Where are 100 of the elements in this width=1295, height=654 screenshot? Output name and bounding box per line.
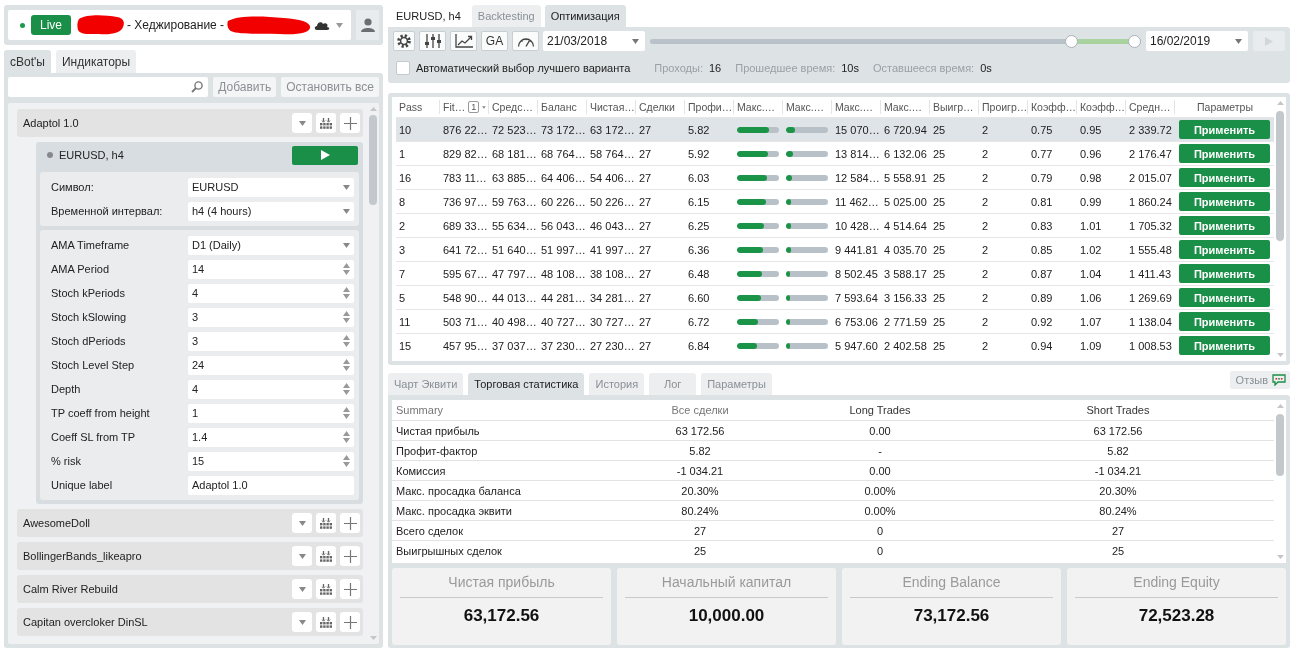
- apply-button[interactable]: Применить: [1179, 120, 1270, 139]
- column-header[interactable]: Макс.…: [884, 101, 923, 113]
- apply-button[interactable]: Применить: [1179, 288, 1270, 307]
- bot-item[interactable]: Calm River Rebuild: [17, 575, 363, 603]
- date-field[interactable]: 16/02/2019: [1146, 31, 1248, 51]
- instances-button[interactable]: [316, 579, 336, 599]
- column-header[interactable]: Проигр…: [982, 101, 1028, 113]
- dropdown-button[interactable]: [292, 612, 312, 632]
- slider-thumb[interactable]: [1127, 34, 1141, 48]
- checkbox[interactable]: [396, 61, 410, 75]
- dropdown-button[interactable]: [292, 579, 312, 599]
- table-row[interactable]: 11 503 71… 40 498… 40 727… 30 727… 27 6.72 6 753.06 2 771.59 25 2 0.92 1.07 1 138.04 Применить: [396, 309, 1274, 333]
- number-field[interactable]: 1.4: [188, 427, 354, 447]
- apply-button[interactable]: Применить: [1179, 240, 1270, 259]
- gauge-button[interactable]: [512, 31, 539, 51]
- column-header[interactable]: Выигр…: [933, 101, 974, 113]
- number-field[interactable]: 24: [188, 355, 354, 375]
- number-field[interactable]: 14: [188, 259, 354, 279]
- text-field[interactable]: Adaptol 1.0: [188, 475, 354, 495]
- column-header[interactable]: Pass: [399, 101, 423, 113]
- number-field[interactable]: 3: [188, 331, 354, 351]
- table-row[interactable]: 16 783 11… 63 885… 64 406… 54 406… 27 6.03 12 584… 5 558.91 25 2 0.79 0.98 2 015.07 Применить: [396, 165, 1274, 189]
- number-field[interactable]: 4: [188, 379, 354, 399]
- bot-item[interactable]: Adaptol 1.0: [17, 109, 363, 137]
- play-button[interactable]: [292, 145, 358, 165]
- table-row[interactable]: 5 548 90… 44 013… 44 281… 34 281… 27 6.60 7 593.64 3 156.33 25 2 0.89 1.06 1 269.69 Применить: [396, 285, 1274, 309]
- range-slider[interactable]: [650, 34, 1141, 48]
- apply-button[interactable]: Применить: [1179, 168, 1270, 187]
- column-header: Summary: [395, 403, 445, 418]
- number-field[interactable]: 15: [188, 451, 354, 471]
- dropdown-button[interactable]: [292, 513, 312, 533]
- table-row[interactable]: 10 876 22… 72 523… 73 172… 63 172… 27 5.82 15 070… 6 720.94 25 2 0.75 0.95 2 339.72 Применить: [396, 117, 1274, 141]
- stat-value: 0s: [980, 62, 992, 74]
- column-header[interactable]: Средс…: [492, 101, 533, 113]
- column-header[interactable]: Профи…: [688, 101, 733, 113]
- add-instance-button[interactable]: [340, 612, 360, 632]
- tab[interactable]: Торговая статистика: [468, 373, 585, 395]
- stat-value: 16: [708, 62, 722, 74]
- bot-item[interactable]: BollingerBands_likeapro: [17, 542, 363, 570]
- bot-item[interactable]: AwesomeDoll: [17, 509, 363, 537]
- column-header[interactable]: Макс.…: [835, 101, 874, 113]
- apply-button[interactable]: Применить: [1179, 192, 1270, 211]
- add-instance-button[interactable]: [340, 546, 360, 566]
- table-cell-text: 25: [932, 122, 947, 138]
- bot-item[interactable]: Capitan overcloker DinSL: [17, 608, 363, 636]
- table-row[interactable]: 3 641 72… 51 640… 51 997… 41 997… 27 6.36 9 441.81 4 035.70 25 2 0.85 1.02 1 555.48 Применить: [396, 237, 1274, 261]
- account-selector[interactable]: Live - Хеджирование -: [8, 10, 352, 40]
- settings-button[interactable]: [393, 31, 415, 51]
- column-header[interactable]: Средн…: [1129, 101, 1171, 113]
- apply-button[interactable]: Применить: [1179, 144, 1270, 163]
- instances-button[interactable]: [316, 546, 336, 566]
- column-header[interactable]: Чистая…: [590, 101, 635, 113]
- checkbox-label[interactable]: Автоматический выбор лучшего варианта: [416, 62, 631, 74]
- chart-button[interactable]: [450, 31, 477, 51]
- table-cell-text: 51 997…: [540, 242, 587, 258]
- dropdown-field[interactable]: D1 (Daily): [188, 235, 354, 255]
- instances-button[interactable]: [316, 113, 336, 133]
- column-header[interactable]: Макс.…: [737, 101, 776, 113]
- user-button[interactable]: [356, 10, 379, 40]
- tab[interactable]: Индикаторы: [55, 50, 137, 73]
- add-instance-button[interactable]: [340, 579, 360, 599]
- apply-button[interactable]: Применить: [1179, 264, 1270, 283]
- instances-button[interactable]: [316, 612, 336, 632]
- scrollbar-thumb[interactable]: [1276, 111, 1284, 241]
- table-row[interactable]: 15 457 95… 37 037… 37 230… 27 230… 27 6.84 5 947.60 2 402.58 25 2 0.94 1.09 1 008.53 Применить: [396, 333, 1274, 357]
- column-header[interactable]: Параметры: [1197, 101, 1253, 113]
- table-row[interactable]: 2 689 33… 55 634… 56 043… 46 043… 27 6.25 10 428… 4 514.64 25 2 0.83 1.01 1 705.32 Применить: [396, 213, 1274, 237]
- date-field[interactable]: 21/03/2018: [543, 31, 645, 51]
- slider-thumb[interactable]: [1065, 34, 1079, 48]
- column-header[interactable]: Баланс: [541, 101, 577, 113]
- scrollbar-thumb[interactable]: [1276, 414, 1284, 476]
- ga-button[interactable]: GA: [481, 31, 508, 51]
- column-header[interactable]: Коэфф…: [1080, 101, 1126, 113]
- number-field[interactable]: 3: [188, 307, 354, 327]
- add-instance-button[interactable]: [340, 513, 360, 533]
- column-header[interactable]: Коэфф…: [1031, 101, 1077, 113]
- number-field[interactable]: 4: [188, 283, 354, 303]
- column-header[interactable]: Сделки: [639, 101, 675, 113]
- column-header[interactable]: Fit…: [443, 101, 466, 113]
- scrollbar-thumb[interactable]: [369, 115, 377, 205]
- parameters-button[interactable]: [419, 31, 446, 51]
- tab[interactable]: Оптимизация: [544, 5, 626, 27]
- tab[interactable]: сBot'ы: [4, 50, 51, 73]
- dropdown-field[interactable]: h4 (4 hours): [188, 201, 354, 221]
- dropdown-field[interactable]: EURUSD: [188, 177, 354, 197]
- table-row[interactable]: 8 736 97… 59 763… 60 226… 50 226… 27 6.15 11 462… 5 025.00 25 2 0.81 0.99 1 860.24 Применить: [396, 189, 1274, 213]
- apply-button[interactable]: Применить: [1179, 312, 1270, 331]
- param-label: Временной интервал:: [51, 205, 164, 217]
- column-header[interactable]: Макс.…: [786, 101, 825, 113]
- search-field[interactable]: [8, 77, 209, 97]
- add-instance-button[interactable]: [340, 113, 360, 133]
- table-row[interactable]: 1 829 82… 68 181… 68 764… 58 764… 27 5.92 13 814… 6 132.06 25 2 0.77 0.96 2 176.47 Применить: [396, 141, 1274, 165]
- dropdown-button[interactable]: [292, 113, 312, 133]
- apply-button[interactable]: Применить: [1179, 336, 1270, 355]
- instances-button[interactable]: [316, 513, 336, 533]
- dropdown-button[interactable]: [292, 546, 312, 566]
- table-row[interactable]: 7 595 67… 47 797… 48 108… 38 108… 27 6.48 8 502.45 3 588.17 25 2 0.87 1.04 1 411.43 Применить: [396, 261, 1274, 285]
- table-cell-text: 3 588.17: [883, 266, 928, 282]
- apply-button[interactable]: Применить: [1179, 216, 1270, 235]
- number-field[interactable]: 1: [188, 403, 354, 423]
